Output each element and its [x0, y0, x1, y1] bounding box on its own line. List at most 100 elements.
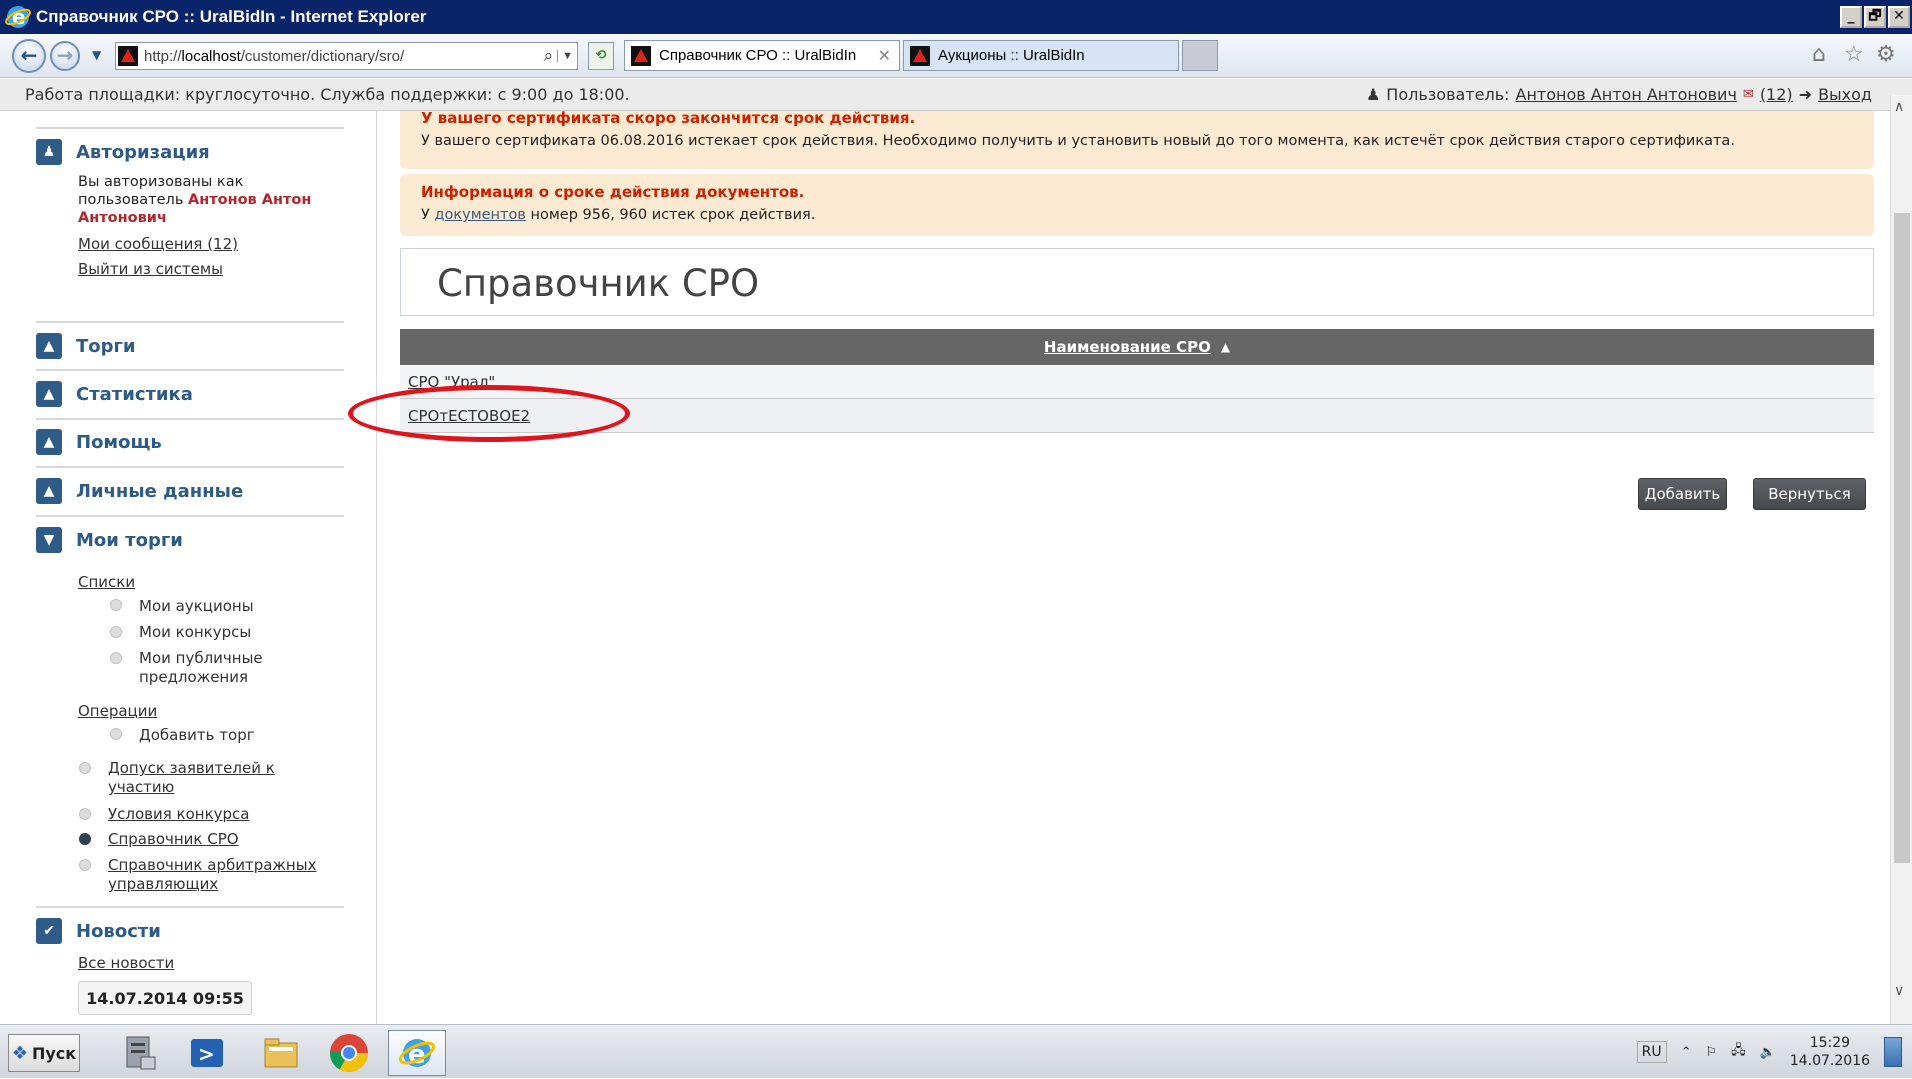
documents-expiry-alert: Информация о сроке действия документов. … — [400, 174, 1874, 236]
browser-navbar: ← → ▼ http://localhost/customer/dictiona… — [0, 34, 1912, 78]
show-desktop-button[interactable] — [1884, 1037, 1902, 1067]
tab-auctions[interactable]: Аукционы :: UralBidIn — [903, 40, 1179, 71]
home-icon[interactable]: ⌂ — [1812, 42, 1826, 67]
window-title-bar: e Справочник СРО :: UralBidIn - Internet… — [0, 0, 1912, 34]
sidebar-section-statistics[interactable]: ▲ Статистика — [36, 381, 193, 407]
list-item-my-auctions[interactable]: Мои аукционы — [139, 597, 254, 616]
svg-text:>: > — [198, 1042, 215, 1066]
divider — [36, 466, 344, 468]
alert-text-suffix: номер 956, 960 истек срок действия. — [530, 207, 816, 223]
link-arbitration-managers[interactable]: Справочник арбитражных — [108, 856, 316, 875]
all-news-link[interactable]: Все новости — [78, 954, 174, 973]
bullet-icon — [79, 762, 91, 774]
scroll-down-icon[interactable]: ∨ — [1894, 983, 1904, 999]
divider — [36, 321, 344, 323]
my-messages-link[interactable]: Мои сообщения (12) — [78, 235, 238, 254]
window-title: Справочник СРО :: UralBidIn - Internet E… — [36, 7, 427, 26]
add-button[interactable]: Добавить — [1638, 478, 1727, 510]
sidebar-section-help[interactable]: ▲ Помощь — [36, 429, 162, 455]
back-icon[interactable]: ← — [12, 39, 46, 73]
sidebar: ♟ Авторизация Вы авторизованы как пользо… — [0, 111, 377, 1024]
auth-user-name-cont: Антонович — [78, 210, 167, 226]
taskbar: ❖ Пуск > e RU ⌃ ⚐ 🖧 🔈 15:29 14.07.2016 — [0, 1024, 1912, 1078]
highlight-ellipse — [348, 385, 630, 442]
server-manager-icon[interactable] — [112, 1030, 170, 1076]
file-explorer-icon[interactable] — [252, 1030, 310, 1076]
site-favicon-icon — [118, 46, 138, 66]
lists-link[interactable]: Списки — [78, 573, 135, 592]
work-hours-text: Работа площадки: круглосуточно. Служба п… — [25, 85, 630, 104]
volume-icon[interactable]: 🔈 — [1760, 1045, 1776, 1060]
settings-gear-icon[interactable]: ⚙ — [1876, 42, 1896, 67]
alert-title: Информация о сроке действия документов. — [421, 183, 805, 201]
link-applicants-admission[interactable]: Допуск заявителей к — [108, 759, 275, 778]
refresh-icon[interactable]: ⟲ — [588, 42, 614, 70]
tab-sro-dictionary[interactable]: Справочник СРО :: UralBidIn ✕ — [624, 40, 900, 71]
bullet-icon — [110, 652, 122, 664]
link-arbitration-managers-cont[interactable]: управляющих — [108, 875, 218, 894]
section-title: Личные данные — [76, 480, 244, 502]
sidebar-section-my-trades[interactable]: ▼ Мои торги — [36, 527, 183, 553]
operations-link[interactable]: Операции — [78, 702, 157, 721]
minimize-button[interactable]: _ — [1840, 6, 1862, 28]
address-bar[interactable]: http://localhost/customer/dictionary/sro… — [115, 42, 578, 70]
user-label: Пользователь: — [1386, 85, 1510, 104]
divider — [36, 418, 344, 420]
close-tab-icon[interactable]: ✕ — [878, 46, 891, 66]
main-content: У вашего сертификата скоро закончится ср… — [378, 111, 1890, 1024]
address-url[interactable]: http://localhost/customer/dictionary/sro… — [144, 48, 540, 65]
scroll-up-icon[interactable]: ∧ — [1894, 99, 1904, 115]
network-icon[interactable]: 🖧 — [1731, 1041, 1746, 1063]
alert-text: У документов номер 956, 960 истек срок д… — [421, 207, 815, 223]
start-button[interactable]: ❖ Пуск — [8, 1034, 80, 1072]
powershell-icon[interactable]: > — [178, 1030, 236, 1076]
list-item-my-public-offers-cont[interactable]: предложения — [139, 668, 248, 687]
logout-link[interactable]: Выход — [1818, 85, 1872, 104]
tab-label: Аукционы :: UralBidIn — [938, 47, 1085, 64]
internet-explorer-taskbar-icon[interactable]: e — [388, 1030, 446, 1076]
vertical-scrollbar[interactable]: ∧ ∨ — [1890, 95, 1912, 1024]
link-sro-dictionary[interactable]: Справочник СРО — [108, 830, 239, 849]
sidebar-section-auth[interactable]: ♟ Авторизация — [36, 139, 210, 165]
action-center-flag-icon[interactable]: ⚐ — [1705, 1045, 1717, 1060]
chrome-icon[interactable] — [320, 1030, 378, 1076]
sort-by-name-link[interactable]: Наименование СРО — [1044, 338, 1211, 356]
search-icon[interactable]: ⌕ — [544, 46, 554, 66]
list-item-my-public-offers[interactable]: Мои публичные — [139, 649, 263, 668]
clock[interactable]: 15:29 14.07.2016 — [1790, 1034, 1870, 1070]
documents-link[interactable]: документов — [434, 207, 525, 223]
favorites-star-icon[interactable]: ☆ — [1844, 42, 1864, 67]
bullet-icon — [79, 808, 91, 820]
address-dropdown-icon[interactable]: ▼ — [557, 50, 577, 62]
messages-count-link[interactable]: (12) — [1760, 85, 1793, 104]
site-favicon-icon — [631, 45, 651, 66]
link-contest-terms[interactable]: Условия конкурса — [108, 805, 249, 824]
section-title: Статистика — [76, 383, 193, 405]
history-dropdown-icon[interactable]: ▼ — [92, 48, 101, 62]
new-tab-button[interactable] — [1182, 40, 1218, 71]
scrollbar-thumb[interactable] — [1894, 213, 1910, 863]
auth-line1: Вы авторизованы как — [78, 174, 244, 190]
divider — [36, 515, 344, 517]
list-item-my-contests[interactable]: Мои конкурсы — [139, 623, 251, 642]
forward-icon[interactable]: → — [50, 41, 80, 71]
link-applicants-admission-cont[interactable]: участию — [108, 778, 174, 797]
envelope-icon: ✉ — [1742, 87, 1754, 102]
restore-button[interactable]: 🗗 — [1864, 6, 1886, 28]
logout-system-link[interactable]: Выйти из системы — [78, 260, 223, 279]
sort-asc-icon[interactable]: ▲ — [1221, 340, 1230, 354]
collapse-up-icon: ▲ — [36, 429, 62, 455]
bullet-icon — [110, 728, 122, 740]
close-button[interactable]: ✕ — [1888, 6, 1910, 28]
language-indicator[interactable]: RU — [1636, 1041, 1667, 1063]
operation-add-trade[interactable]: Добавить торг — [139, 726, 255, 745]
sidebar-section-trades[interactable]: ▲ Торги — [36, 333, 136, 359]
user-name-link[interactable]: Антонов Антон Антонович — [1516, 85, 1737, 104]
news-date-badge[interactable]: 14.07.2014 09:55 — [78, 981, 252, 1015]
bullet-active-icon — [79, 833, 91, 845]
sidebar-section-personal-data[interactable]: ▲ Личные данные — [36, 478, 243, 504]
sidebar-section-news[interactable]: ✔ Новости — [36, 918, 161, 944]
back-button[interactable]: Вернуться — [1753, 478, 1866, 510]
user-panel: ♟ Пользователь: Антонов Антон Антонович … — [1366, 85, 1872, 104]
show-hidden-icons-icon[interactable]: ⌃ — [1681, 1045, 1692, 1060]
